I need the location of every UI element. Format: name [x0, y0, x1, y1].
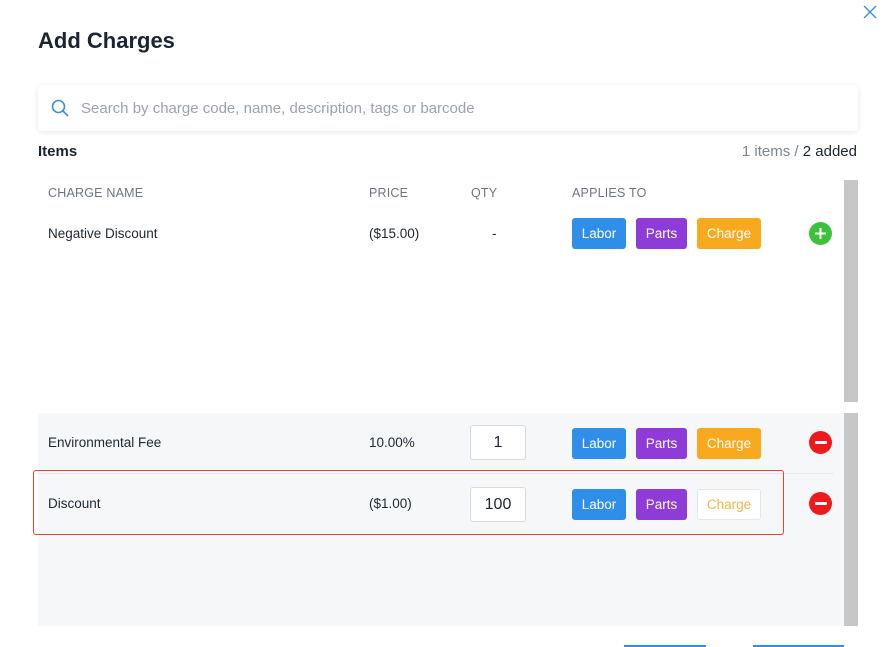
close-icon[interactable] — [861, 4, 879, 22]
added-list-scrollbar[interactable] — [844, 413, 858, 626]
charge-qty: - — [492, 226, 497, 241]
applies-parts-button[interactable]: Parts — [636, 489, 687, 520]
applies-labor-button[interactable]: Labor — [572, 489, 626, 520]
charge-name: Negative Discount — [48, 226, 158, 241]
applies-charge-button[interactable]: Charge — [697, 489, 761, 520]
minus-circle-icon[interactable] — [809, 431, 832, 454]
dialog-title: Add Charges — [38, 28, 175, 53]
charge-name: Environmental Fee — [48, 435, 162, 450]
column-header-qty: QTY — [471, 186, 498, 200]
search-input[interactable] — [81, 99, 821, 117]
qty-input[interactable] — [470, 487, 526, 522]
charge-price: 10.00% — [369, 435, 415, 450]
added-count-text: 2 added — [802, 143, 857, 160]
search-box[interactable] — [38, 85, 858, 131]
applies-parts-button[interactable]: Parts — [636, 218, 687, 249]
charge-price: ($1.00) — [369, 496, 412, 511]
applies-charge-button[interactable]: Charge — [697, 218, 761, 249]
row-divider — [38, 473, 833, 474]
items-count-text: 1 items / — [741, 143, 799, 160]
minus-circle-icon[interactable] — [809, 492, 832, 515]
column-header-charge-name: CHARGE NAME — [48, 186, 144, 200]
charge-name: Discount — [48, 496, 101, 511]
charge-price: ($15.00) — [369, 226, 420, 241]
applies-parts-button[interactable]: Parts — [636, 428, 687, 459]
available-items-list — [38, 180, 844, 402]
column-header-price: PRICE — [369, 186, 409, 200]
qty-input[interactable] — [470, 425, 526, 460]
applies-labor-button[interactable]: Labor — [572, 428, 626, 459]
available-list-scrollbar[interactable] — [844, 180, 858, 402]
column-header-applies-to: APPLIES TO — [572, 186, 647, 200]
applies-labor-button[interactable]: Labor — [572, 218, 626, 249]
plus-circle-icon[interactable] — [809, 222, 832, 245]
items-label: Items — [38, 143, 78, 160]
search-icon — [50, 98, 70, 118]
applies-charge-button[interactable]: Charge — [697, 428, 761, 459]
items-count: 1 items / 2 added — [742, 143, 857, 160]
